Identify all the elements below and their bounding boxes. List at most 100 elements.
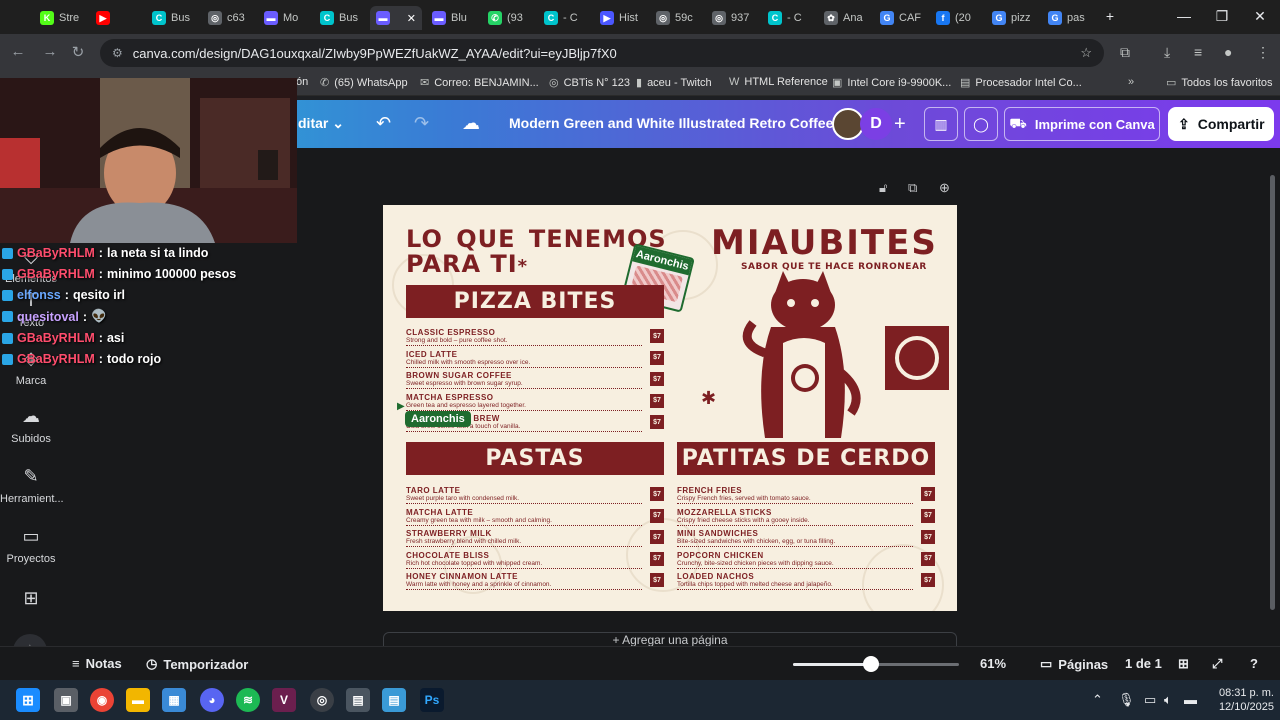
- bookmark-item[interactable]: ón: [296, 76, 308, 88]
- sidebar-item[interactable]: ✎ Herramient...: [0, 466, 64, 505]
- bookmark-item[interactable]: ▮ aceu - Twitch: [636, 76, 712, 90]
- comments-button[interactable]: ◯: [964, 107, 998, 141]
- back-icon[interactable]: ←: [8, 43, 28, 60]
- cat-illustration[interactable]: [735, 263, 875, 443]
- download-icon[interactable]: ⤓: [1164, 44, 1170, 61]
- help-icon[interactable]: ?: [1250, 656, 1258, 671]
- extensions-icon[interactable]: ⧉: [1120, 44, 1130, 61]
- sidebar-item[interactable]: ☁ Subidos: [0, 406, 62, 445]
- menu-design[interactable]: LO QUE TENEMOS PARA TI* MIAUBITES SABOR …: [383, 205, 957, 611]
- menu-headline-2[interactable]: PARA TI*: [406, 250, 528, 278]
- more-bookmarks-icon[interactable]: »: [1128, 76, 1134, 88]
- share-button[interactable]: ⇪ Compartir: [1168, 107, 1274, 141]
- user-avatar[interactable]: D: [860, 108, 892, 140]
- browser-tab[interactable]: Gpizz: [986, 6, 1038, 30]
- bookmark-item[interactable]: ▤ Procesador Intel Co...: [960, 76, 1082, 90]
- menu-item[interactable]: CLASSIC ESPRESSO Strong and bold – pure c…: [406, 328, 664, 349]
- sidebar-item[interactable]: ⊞: [0, 588, 62, 615]
- obs-icon[interactable]: ◎: [310, 688, 334, 712]
- chrome-icon[interactable]: ◉: [90, 688, 114, 712]
- browser-tab[interactable]: Gpas: [1042, 6, 1094, 30]
- menu-item[interactable]: HONEY CINNAMON LATTE Warm latte with hone…: [406, 572, 664, 593]
- browser-tab[interactable]: ✆ (93: [482, 6, 534, 30]
- calculator-icon[interactable]: ▤: [346, 688, 370, 712]
- edit-menu[interactable]: ditar ⌄: [298, 115, 344, 132]
- add-page-button[interactable]: + Agregar una página: [383, 632, 957, 646]
- timer-button[interactable]: ◷ Temporizador: [146, 656, 248, 672]
- browser-tab[interactable]: ◎ c63: [202, 6, 254, 30]
- browser-tab[interactable]: ✿ Ana: [818, 6, 870, 30]
- browser-tab[interactable]: ▶: [90, 6, 142, 30]
- workspace-scrollbar[interactable]: [1270, 175, 1275, 610]
- add-collaborator-icon[interactable]: +: [894, 113, 906, 136]
- menu-item[interactable]: POPCORN CHICKEN Crunchy, bite-sized chick…: [677, 551, 935, 572]
- menu-item[interactable]: BROWN SUGAR COFFEE Sweet espresso with br…: [406, 371, 664, 392]
- profile-icon[interactable]: ●: [1224, 44, 1232, 60]
- bookmark-star-icon[interactable]: ☆: [1080, 45, 1092, 61]
- zoom-level[interactable]: 61%: [980, 656, 1006, 671]
- address-bar[interactable]: ⚙ canva.com/design/DAG1ouxqxal/ZIwby9PpW…: [100, 39, 1104, 67]
- system-clock[interactable]: 08:31 p. m. 12/10/2025: [1204, 686, 1274, 714]
- analytics-button[interactable]: ▥: [924, 107, 958, 141]
- browser-tab[interactable]: ◎ 937: [706, 6, 758, 30]
- network-icon[interactable]: ▭: [1144, 692, 1156, 708]
- menu-item[interactable]: MATCHA LATTE Creamy green tea with milk –…: [406, 508, 664, 529]
- close-tab-icon[interactable]: ✕: [407, 12, 416, 25]
- menu-icon[interactable]: ⋮: [1256, 44, 1270, 61]
- notes-button[interactable]: ≡ Notas: [72, 656, 122, 671]
- media-icon[interactable]: ≡: [1194, 44, 1202, 60]
- sidebar-item[interactable]: ▭ Proyectos: [0, 526, 62, 565]
- undo-icon[interactable]: ↶: [376, 113, 391, 134]
- reload-icon[interactable]: ↻: [68, 43, 88, 61]
- discord-icon[interactable]: ◕: [200, 688, 224, 712]
- add-page-icon[interactable]: ⊕: [939, 180, 950, 196]
- cloud-saved-icon[interactable]: ☁: [462, 113, 480, 134]
- bookmark-item[interactable]: ▣ Intel Core i9-9900K...: [832, 76, 951, 90]
- zoom-slider-knob[interactable]: [863, 656, 880, 672]
- menu-headline[interactable]: LO QUE TENEMOS: [406, 225, 667, 253]
- print-button[interactable]: ⛟ Imprime con Canva: [1004, 107, 1160, 141]
- microphone-icon[interactable]: 🎙︎: [1118, 692, 1135, 708]
- zoom-slider[interactable]: [793, 656, 959, 672]
- browser-tab[interactable]: ▶ Hist: [594, 6, 646, 30]
- pages-button[interactable]: ▭ Páginas: [1040, 656, 1108, 672]
- browser-tab[interactable]: C- C: [762, 6, 814, 30]
- document-title[interactable]: Modern Green and White Illustrated Retro…: [509, 115, 861, 131]
- page-counter[interactable]: 1 de 1: [1125, 656, 1162, 671]
- browser-tab[interactable]: K Stre: [34, 6, 86, 30]
- browser-tab[interactable]: G CAF: [874, 6, 926, 30]
- section-pizza-bites[interactable]: PIZZA BITES: [406, 285, 664, 318]
- tray-overflow-icon[interactable]: ⌃: [1092, 692, 1103, 708]
- section-pastas[interactable]: PASTAS: [406, 442, 664, 475]
- browser-tab[interactable]: ▬ Blu: [426, 6, 478, 30]
- browser-tab[interactable]: C Bus: [314, 6, 366, 30]
- menu-item[interactable]: MOZZARELLA STICKS Crispy fried cheese sti…: [677, 508, 935, 529]
- notepad-icon[interactable]: ▤: [382, 688, 406, 712]
- lock-icon[interactable]: 🔓︎: [879, 180, 887, 196]
- menu-item[interactable]: FRENCH FRIES Crispy French fries, served …: [677, 486, 935, 507]
- brand-title[interactable]: MIAUBITES: [711, 223, 938, 263]
- menu-item[interactable]: CHOCOLATE BLISS Rich hot chocolate topped…: [406, 551, 664, 572]
- menu-item[interactable]: LOADED NACHOS Tortilla chips topped with …: [677, 572, 935, 593]
- grid-view-icon[interactable]: ⊞: [1178, 656, 1189, 672]
- app-icon[interactable]: V: [272, 688, 296, 712]
- minimize-icon[interactable]: —: [1166, 8, 1202, 24]
- new-tab-icon[interactable]: +: [1092, 8, 1128, 24]
- windows-start-icon[interactable]: ⊞: [16, 688, 40, 712]
- spotify-icon[interactable]: ≋: [236, 688, 260, 712]
- all-bookmarks[interactable]: ▭ Todos los favoritos: [1166, 76, 1273, 90]
- browser-tab[interactable]: f (20: [930, 6, 982, 30]
- photos-icon[interactable]: ▦: [162, 688, 186, 712]
- site-info-icon[interactable]: ⚙: [112, 46, 123, 60]
- menu-item[interactable]: MINI SANDWICHES Bite-sized sandwiches wit…: [677, 529, 935, 550]
- file-explorer-icon[interactable]: ▬: [126, 688, 150, 712]
- menu-item[interactable]: STRAWBERRY MILK Fresh strawberry blend wi…: [406, 529, 664, 550]
- bookmark-item[interactable]: ◎ CBTis N° 123: [549, 76, 630, 90]
- forward-icon[interactable]: →: [40, 43, 60, 60]
- browser-tab[interactable]: C- C: [538, 6, 590, 30]
- browser-tab[interactable]: ▬ Mo: [258, 6, 310, 30]
- battery-icon[interactable]: ▬: [1184, 692, 1197, 707]
- bookmark-item[interactable]: ✉ Correo: BENJAMIN...: [420, 76, 539, 90]
- section-patitas[interactable]: PATITAS DE CERDO: [677, 442, 935, 475]
- fullscreen-icon[interactable]: ⤢: [1212, 656, 1222, 672]
